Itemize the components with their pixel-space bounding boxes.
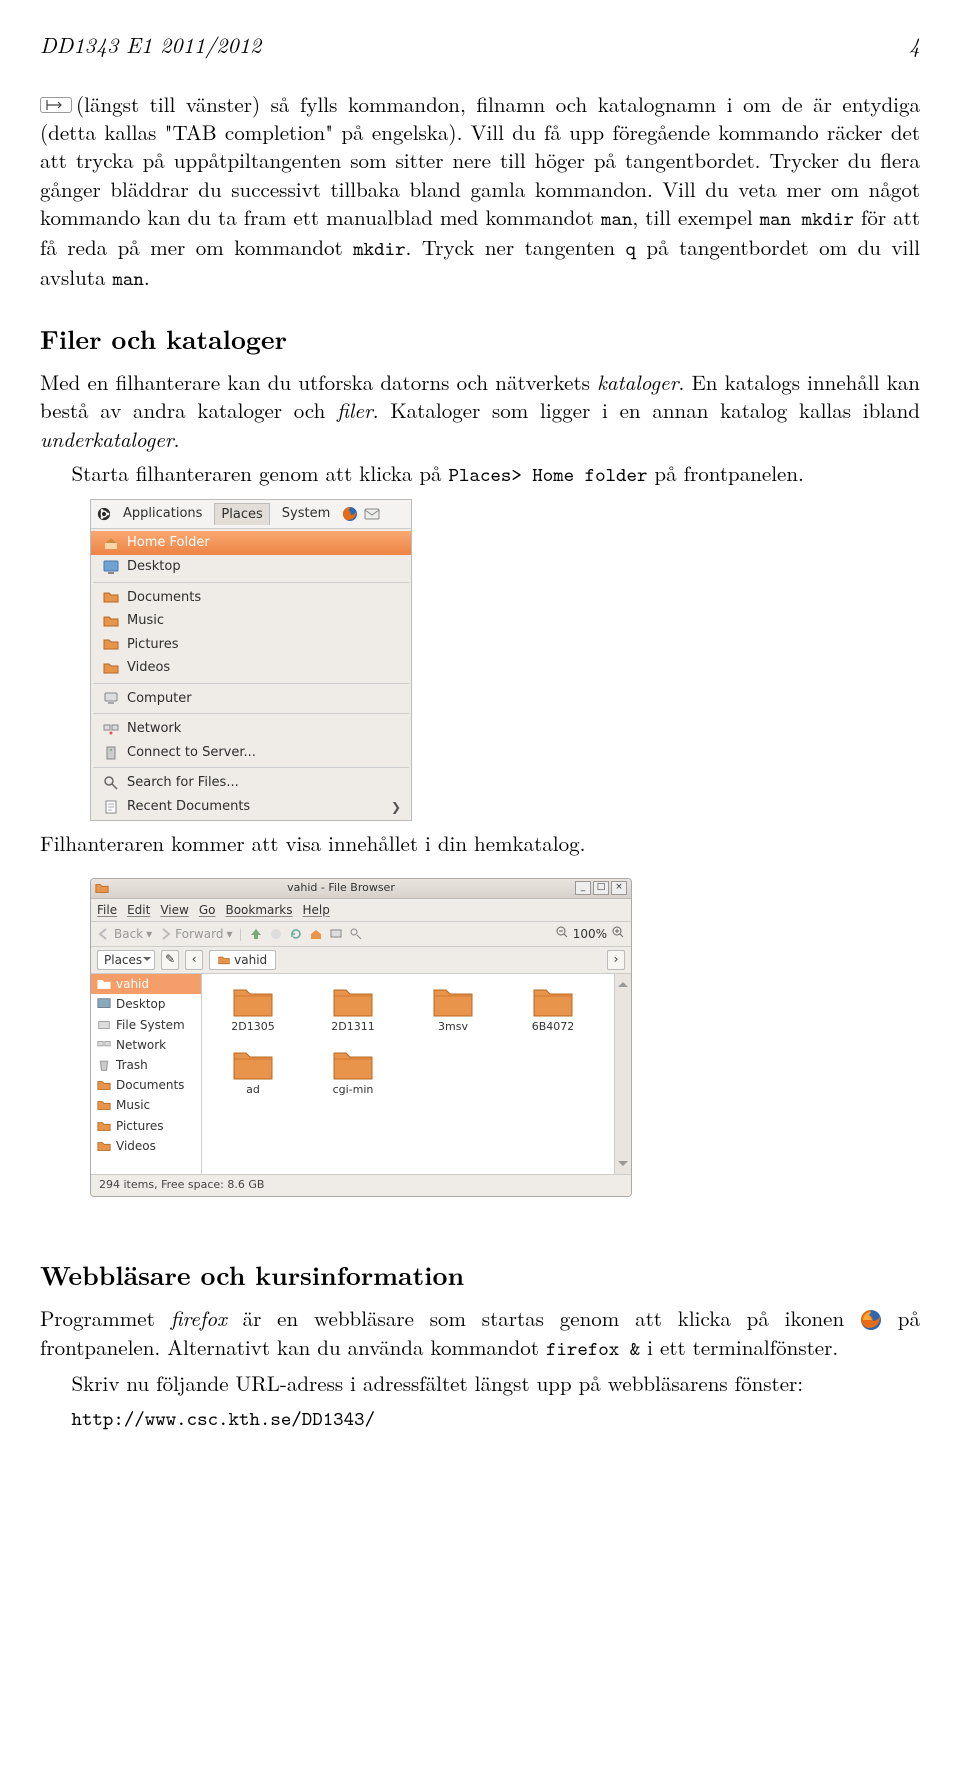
zoom-controls: 100%	[555, 925, 625, 943]
caption-gnome: Filhanteraren kommer att visa innehållet…	[40, 829, 920, 857]
home-button[interactable]	[309, 927, 323, 941]
zoom-in-icon[interactable]	[611, 925, 625, 943]
paragraph-firefox: Programmet firefox är en webbläsare som …	[40, 1304, 920, 1362]
places-dropdown[interactable]: Places	[97, 950, 155, 970]
home-folder-icon	[103, 535, 119, 551]
folder-icon	[103, 660, 119, 676]
paragraph-file-manager: Med en filhanterare kan du utforska dato…	[40, 368, 920, 453]
side-vahid[interactable]: vahid	[91, 974, 201, 994]
fb-sidebar: vahid Desktop File System Network Trash …	[91, 974, 202, 1174]
paragraph-url-instruction: Skriv nu följande URL-adress i adressfäl…	[40, 1369, 920, 1397]
places-videos[interactable]: Videos	[91, 656, 411, 680]
folder-item[interactable]: 3msv	[408, 984, 498, 1035]
places-recent[interactable]: Recent Documents ❯	[91, 795, 411, 819]
path-back-button[interactable]: ‹	[185, 950, 203, 970]
zoom-out-icon[interactable]	[555, 925, 569, 943]
network-icon	[103, 721, 119, 737]
path-fwd-button[interactable]: ›	[607, 950, 625, 970]
side-filesystem[interactable]: File System	[91, 1015, 201, 1035]
tab-key-icon	[40, 97, 72, 113]
places-connect-server[interactable]: Connect to Server...	[91, 741, 411, 765]
screenshot-file-browser: vahid - File Browser _ □ × File Edit Vie…	[90, 878, 920, 1197]
places-music[interactable]: Music	[91, 609, 411, 633]
firefox-icon	[860, 1309, 882, 1331]
heading-files: Filer och kataloger	[40, 321, 920, 356]
header-page-number: 4	[909, 30, 920, 60]
folder-item[interactable]: 6B4072	[508, 984, 598, 1035]
maximize-button[interactable]: □	[593, 881, 609, 895]
side-pictures[interactable]: Pictures	[91, 1116, 201, 1136]
folder-item[interactable]: 2D1311	[308, 984, 398, 1035]
folder-item[interactable]: cgi-min	[308, 1047, 398, 1098]
menu-go[interactable]: Go	[199, 902, 216, 918]
up-button[interactable]	[249, 927, 263, 941]
zoom-level: 100%	[573, 926, 607, 942]
search-icon	[103, 775, 119, 791]
screenshot-places-menu: Applications Places System Home Folder D…	[90, 499, 920, 822]
places-computer[interactable]: Computer	[91, 687, 411, 711]
breadcrumb-vahid[interactable]: vahid	[209, 950, 276, 970]
menu-file[interactable]: File	[97, 902, 117, 918]
url-line: http://www.csc.kth.se/DD1343/	[40, 1403, 920, 1433]
side-trash[interactable]: Trash	[91, 1055, 201, 1075]
search-button[interactable]	[349, 927, 363, 941]
fb-title-text: vahid - File Browser	[109, 881, 573, 896]
menu-places[interactable]: Places	[214, 503, 269, 526]
header-left: DD1343 E1 2011/2012	[40, 30, 261, 60]
recent-icon	[103, 799, 119, 815]
fb-menubar: File Edit View Go Bookmarks Help	[91, 899, 631, 922]
fb-statusbar: 294 items, Free space: 8.6 GB	[91, 1174, 631, 1196]
folder-icon	[103, 589, 119, 605]
menu-system[interactable]: System	[276, 503, 336, 525]
folder-icon	[103, 613, 119, 629]
fb-titlebar: vahid - File Browser _ □ ×	[91, 879, 631, 899]
places-network[interactable]: Network	[91, 717, 411, 741]
firefox-panel-icon[interactable]	[342, 506, 358, 522]
close-button[interactable]: ×	[611, 881, 627, 895]
side-network[interactable]: Network	[91, 1035, 201, 1055]
submenu-arrow-icon: ❯	[391, 799, 401, 815]
window-icon	[95, 881, 109, 895]
paragraph-start-fm: Starta filhanteraren genom att klicka på…	[40, 459, 920, 489]
places-desktop[interactable]: Desktop	[91, 555, 411, 579]
gnome-top-panel: Applications Places System	[91, 500, 411, 530]
places-home-folder[interactable]: Home Folder	[91, 531, 411, 555]
path-edit-button[interactable]: ✎	[161, 950, 179, 970]
ubuntu-icon	[97, 507, 111, 521]
folder-item[interactable]: ad	[208, 1047, 298, 1098]
back-button[interactable]: Back ▾	[97, 926, 152, 942]
scrollbar[interactable]	[614, 974, 631, 1174]
forward-button[interactable]: Forward ▾	[158, 926, 232, 942]
minimize-button[interactable]: _	[575, 881, 591, 895]
evolution-panel-icon[interactable]	[364, 506, 380, 522]
computer-icon	[103, 690, 119, 706]
folder-item[interactable]: 2D1305	[208, 984, 298, 1035]
side-documents[interactable]: Documents	[91, 1075, 201, 1095]
stop-button[interactable]	[269, 927, 283, 941]
connect-icon	[103, 745, 119, 761]
side-desktop[interactable]: Desktop	[91, 994, 201, 1014]
menu-applications[interactable]: Applications	[117, 503, 208, 525]
menu-edit[interactable]: Edit	[127, 902, 150, 918]
side-music[interactable]: Music	[91, 1095, 201, 1115]
desktop-icon	[103, 559, 119, 575]
places-documents[interactable]: Documents	[91, 586, 411, 610]
fb-location-bar: Places ✎ ‹ vahid ›	[91, 947, 631, 974]
fb-file-pane[interactable]: 2D1305 2D1311 3msv 6B4072 ad cgi-min	[202, 974, 614, 1174]
reload-button[interactable]	[289, 927, 303, 941]
computer-button[interactable]	[329, 927, 343, 941]
menu-view[interactable]: View	[160, 902, 188, 918]
menu-help[interactable]: Help	[303, 902, 330, 918]
heading-web: Webbläsare och kursinformation	[40, 1257, 920, 1292]
folder-icon	[103, 636, 119, 652]
paragraph-tab-completion: (längst till vänster) så fylls kommandon…	[40, 90, 920, 293]
menu-bookmarks[interactable]: Bookmarks	[225, 902, 292, 918]
fb-toolbar: Back ▾ Forward ▾ | 100%	[91, 922, 631, 947]
places-search[interactable]: Search for Files...	[91, 771, 411, 795]
places-pictures[interactable]: Pictures	[91, 633, 411, 657]
side-videos[interactable]: Videos	[91, 1136, 201, 1156]
